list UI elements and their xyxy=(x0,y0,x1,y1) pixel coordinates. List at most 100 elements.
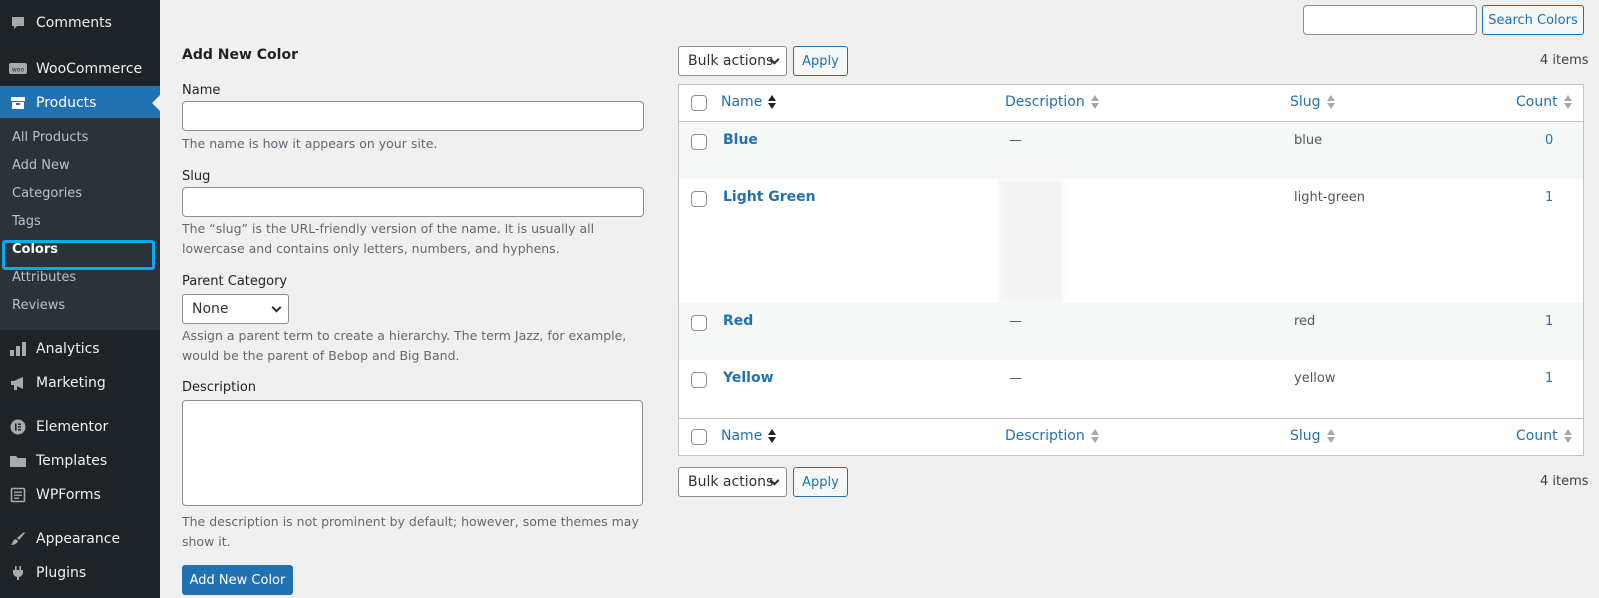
table-footer-row: Name Description Slug Count xyxy=(679,418,1583,455)
slug-input[interactable] xyxy=(182,187,644,217)
name-input[interactable] xyxy=(182,101,644,131)
term-description: — xyxy=(1009,133,1022,148)
menu-marketing[interactable]: Marketing xyxy=(0,366,160,400)
sort-arrows-icon xyxy=(768,429,777,443)
menu-plugins[interactable]: Plugins xyxy=(0,556,160,590)
column-header-name[interactable]: Name xyxy=(721,94,777,110)
menu-templates[interactable]: Templates xyxy=(0,444,160,478)
select-all-checkbox-footer[interactable] xyxy=(691,429,707,445)
description-label: Description xyxy=(182,380,257,395)
paintbrush-icon xyxy=(0,522,36,556)
folder-icon xyxy=(0,444,36,478)
column-header-label: Slug xyxy=(1290,428,1321,444)
menu-label: Templates xyxy=(36,453,108,469)
term-name-link[interactable]: Yellow xyxy=(723,370,774,386)
menu-appearance[interactable]: Appearance xyxy=(0,522,160,556)
term-slug: yellow xyxy=(1294,371,1336,386)
submenu-tags[interactable]: Tags xyxy=(12,214,41,229)
term-name-link[interactable]: Blue xyxy=(723,132,758,148)
term-slug: light-green xyxy=(1294,190,1366,205)
submenu-categories[interactable]: Categories xyxy=(12,186,82,201)
description-help-text: The description is not prominent by defa… xyxy=(182,514,639,549)
menu-woocommerce[interactable]: woo WooCommerce xyxy=(0,52,160,86)
parent-category-description: Assign a parent term to create a hierarc… xyxy=(182,328,627,363)
table-header-row: Name Description Slug Count xyxy=(679,85,1583,122)
parent-category-value: None xyxy=(192,301,229,317)
column-header-label: Count xyxy=(1516,428,1558,444)
menu-label: WPForms xyxy=(36,487,101,503)
comment-icon xyxy=(0,6,36,40)
row-checkbox[interactable] xyxy=(691,134,707,150)
column-header-label: Name xyxy=(721,94,763,110)
column-header-label: Count xyxy=(1516,94,1558,110)
admin-sidebar: Comments woo WooCommerce Products All Pr… xyxy=(0,0,160,598)
term-slug: red xyxy=(1294,314,1316,329)
term-description: — xyxy=(1009,314,1022,329)
column-footer-description[interactable]: Description xyxy=(1005,428,1099,444)
search-colors-button[interactable]: Search Colors xyxy=(1482,5,1584,35)
column-header-description[interactable]: Description xyxy=(1005,94,1099,110)
menu-elementor[interactable]: Elementor xyxy=(0,410,160,444)
bulk-actions-select-top[interactable]: Bulk actions xyxy=(678,46,787,76)
menu-analytics[interactable]: Analytics xyxy=(0,332,160,366)
elementor-icon xyxy=(0,410,36,444)
parent-category-select[interactable]: None xyxy=(182,294,289,324)
menu-label: Analytics xyxy=(36,341,100,357)
sort-arrows-icon xyxy=(1090,95,1099,109)
term-count-link[interactable]: 1 xyxy=(1545,314,1553,329)
column-footer-name[interactable]: Name xyxy=(721,428,777,444)
term-count-link[interactable]: 1 xyxy=(1545,190,1553,205)
term-description: — xyxy=(1009,371,1022,386)
form-heading: Add New Color xyxy=(182,47,298,63)
column-header-count[interactable]: Count xyxy=(1516,94,1572,110)
submenu-attributes[interactable]: Attributes xyxy=(12,270,76,285)
apply-button-top[interactable]: Apply xyxy=(793,46,848,76)
items-count-bottom: 4 items xyxy=(1540,474,1589,489)
row-checkbox[interactable] xyxy=(691,372,707,388)
megaphone-icon xyxy=(0,366,36,400)
select-all-checkbox[interactable] xyxy=(691,95,707,111)
chevron-down-icon xyxy=(271,302,282,313)
apply-button-bottom[interactable]: Apply xyxy=(793,467,848,497)
plug-icon xyxy=(0,556,36,590)
menu-label: Plugins xyxy=(36,565,87,581)
submenu-all-products[interactable]: All Products xyxy=(12,130,88,145)
svg-text:woo: woo xyxy=(12,67,25,74)
submenu-reviews[interactable]: Reviews xyxy=(12,298,65,313)
row-checkbox[interactable] xyxy=(691,191,707,207)
term-slug: blue xyxy=(1294,133,1323,148)
row-checkbox[interactable] xyxy=(691,315,707,331)
sort-arrows-icon xyxy=(1563,95,1572,109)
search-input[interactable] xyxy=(1303,5,1477,35)
name-description: The name is how it appears on your site. xyxy=(182,136,438,151)
menu-comments[interactable]: Comments xyxy=(0,6,160,40)
table-row: Blue — blue 0 xyxy=(679,122,1583,179)
sort-arrows-icon xyxy=(1326,429,1335,443)
woo-icon: woo xyxy=(0,52,36,86)
column-header-label: Description xyxy=(1005,428,1085,444)
column-footer-slug[interactable]: Slug xyxy=(1290,428,1335,444)
menu-label: Comments xyxy=(36,15,112,31)
menu-label: WooCommerce xyxy=(36,61,143,77)
menu-label: Marketing xyxy=(36,375,106,391)
term-name-link[interactable]: Red xyxy=(723,313,753,329)
bulk-actions-value: Bulk actions xyxy=(688,53,774,69)
add-new-color-button[interactable]: Add New Color xyxy=(182,565,293,595)
submenu-add-new[interactable]: Add New xyxy=(12,158,70,173)
menu-wpforms[interactable]: WPForms xyxy=(0,478,160,512)
table-row: Yellow — yellow 1 xyxy=(679,360,1583,417)
bulk-actions-value: Bulk actions xyxy=(688,474,774,490)
column-header-slug[interactable]: Slug xyxy=(1290,94,1335,110)
bulk-actions-select-bottom[interactable]: Bulk actions xyxy=(678,467,787,497)
term-name-link[interactable]: Light Green xyxy=(723,189,816,205)
term-count-link[interactable]: 0 xyxy=(1545,133,1553,148)
description-textarea[interactable] xyxy=(182,400,643,506)
parent-category-label: Parent Category xyxy=(182,274,288,289)
column-footer-count[interactable]: Count xyxy=(1516,428,1572,444)
slug-label: Slug xyxy=(182,169,211,184)
menu-products[interactable]: Products xyxy=(0,86,160,120)
column-header-label: Slug xyxy=(1290,94,1321,110)
term-count-link[interactable]: 1 xyxy=(1545,371,1553,386)
table-row: Light Green light-green 1 xyxy=(679,179,1583,303)
colors-table: Name Description Slug Count Blue — blue … xyxy=(678,84,1584,456)
